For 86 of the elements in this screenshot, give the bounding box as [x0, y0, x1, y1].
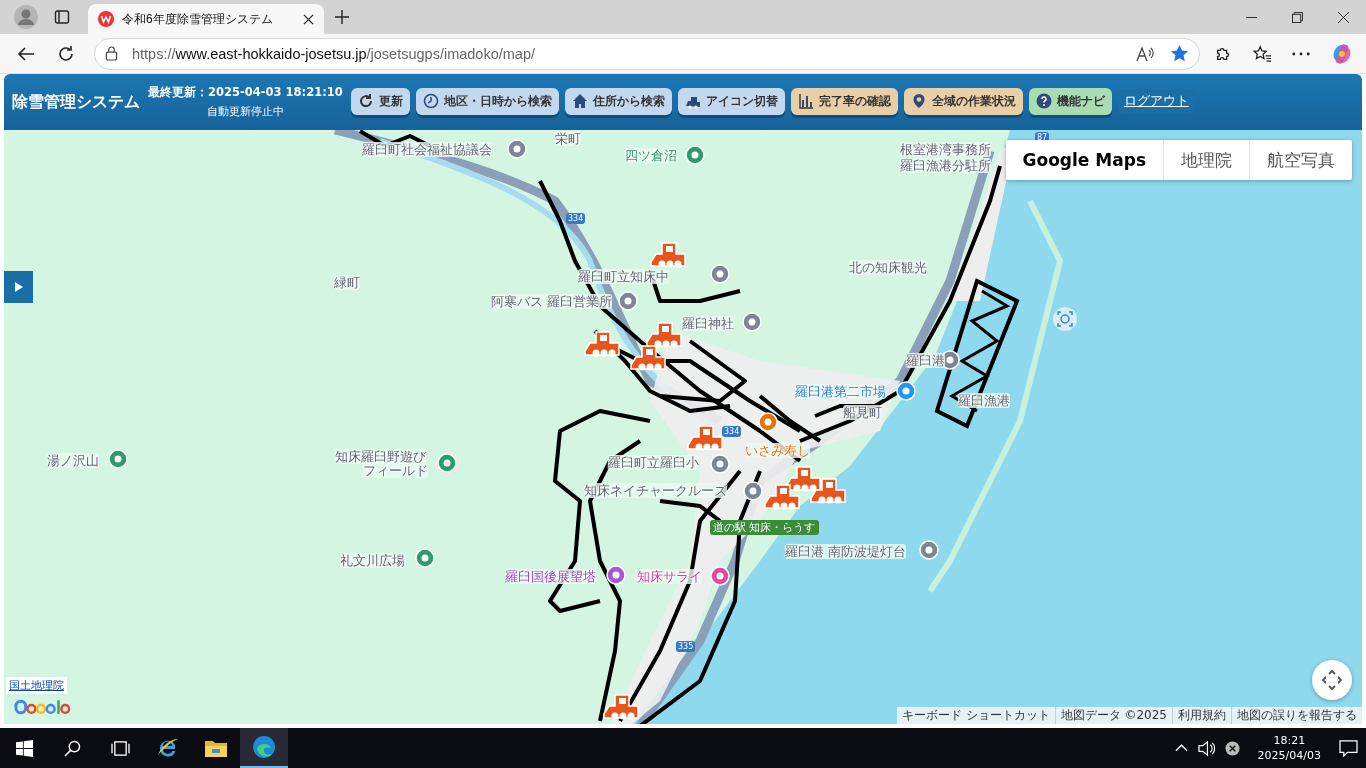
- read-aloud-icon[interactable]: [1136, 45, 1156, 62]
- map-label: 羅臼国後展望塔: [505, 569, 596, 584]
- site-logo-icon: [98, 11, 114, 27]
- map-footer-link[interactable]: 地図の誤りを報告する: [1231, 707, 1362, 724]
- map-footer-link[interactable]: 利用規約: [1172, 707, 1231, 724]
- sidebar-toggle[interactable]: [4, 271, 33, 303]
- map-footer-link[interactable]: 地図データ ©2025: [1054, 707, 1172, 724]
- toolbar-button[interactable]: 完了率の確認: [790, 87, 898, 115]
- map-label: フィールド: [363, 463, 428, 478]
- edge-browser-icon[interactable]: [252, 735, 276, 759]
- map-label: 羅臼港 南防波堤灯台: [785, 544, 907, 559]
- pan-arrows-icon: [1322, 670, 1342, 690]
- map-footer-link[interactable]: キーボード ショートカット: [896, 707, 1055, 724]
- map-label: 船見町: [843, 405, 882, 420]
- last-updated-text: 最終更新：2025-04-03 18:21:10: [148, 85, 343, 100]
- refresh-icon: [357, 93, 374, 109]
- notification-icon[interactable]: [1339, 739, 1358, 757]
- attribution-link[interactable]: 国土地理院: [6, 677, 67, 694]
- tab-title: 令和6年度除雪管理システム: [122, 10, 274, 28]
- map-label: 羅臼町社会福祉協議会: [362, 142, 492, 157]
- auto-update-status: 自動更新停止中: [206, 104, 284, 119]
- more-icon[interactable]: [1292, 51, 1310, 56]
- map-label: 湯ノ沢山: [47, 453, 99, 468]
- locate-icon[interactable]: [1052, 306, 1078, 332]
- map-label: 阿寒バス 羅臼営業所: [491, 294, 613, 309]
- toolbar-button[interactable]: 全域の作業状況: [903, 87, 1023, 115]
- tab-actions-icon[interactable]: [54, 9, 70, 25]
- map-label: 羅臼町立知床中: [578, 269, 669, 284]
- task-view-icon[interactable]: [109, 739, 131, 757]
- internet-explorer-icon[interactable]: [156, 736, 180, 760]
- map-label: 礼文川広場: [340, 553, 405, 568]
- map-label: 根室港湾事務所: [900, 142, 991, 157]
- house-icon: [571, 93, 588, 109]
- toolbar-button[interactable]: 地区・日時から検索: [415, 87, 559, 115]
- lock-icon: [105, 46, 118, 61]
- toolbar-button[interactable]: 機能ナビ: [1028, 87, 1112, 115]
- toolbar-button[interactable]: 更新: [350, 87, 410, 115]
- route-shield: 334: [722, 426, 742, 437]
- restore-icon[interactable]: [1291, 11, 1303, 23]
- expand-icon: [14, 282, 23, 292]
- close-icon[interactable]: [303, 13, 314, 25]
- map-label: 羅臼神社: [682, 316, 734, 331]
- map-label: 羅臼町立羅臼小: [608, 455, 699, 470]
- map-label: 知床羅臼野遊び: [335, 449, 426, 464]
- windows-start-icon[interactable]: [15, 739, 33, 757]
- taskbar-clock[interactable]: 18:21 2025/04/03: [1249, 733, 1329, 763]
- map-label: いさみ寿し: [745, 443, 810, 458]
- bulldozer-icon[interactable]: [630, 345, 666, 371]
- route-shield: 335: [676, 641, 696, 652]
- favorites-icon[interactable]: [1252, 44, 1272, 63]
- url-text: https://www.east-hokkaido-josetsu.jp/josetsugps/imadoko/map/: [132, 45, 536, 62]
- toolbar-button[interactable]: 住所から検索: [564, 87, 672, 115]
- avatar-icon[interactable]: [14, 5, 38, 29]
- chevron-up-icon[interactable]: [1174, 744, 1188, 752]
- back-icon[interactable]: [17, 44, 35, 63]
- new-tab-icon[interactable]: [335, 10, 349, 24]
- browser-tab[interactable]: 令和6年度除雪管理システム: [88, 4, 324, 34]
- map-label: 羅臼漁港分駐所: [900, 158, 991, 173]
- app-title: 除雪管理システム: [12, 91, 140, 113]
- pin-icon: [910, 93, 927, 109]
- bar-chart-icon: [797, 93, 814, 109]
- bulldozer-icon[interactable]: [603, 694, 639, 720]
- network-error-icon[interactable]: [1224, 740, 1240, 756]
- map-label: 羅臼港第二市場: [795, 384, 886, 399]
- star-icon[interactable]: [1170, 44, 1189, 63]
- map-type-tab[interactable]: 航空写真: [1249, 140, 1352, 180]
- folder-icon[interactable]: [204, 738, 228, 758]
- map-type-tab[interactable]: Google Maps: [1005, 140, 1163, 180]
- toolbar-button[interactable]: アイコン切替: [677, 87, 785, 115]
- map-type-tab[interactable]: 地理院: [1163, 140, 1249, 180]
- help-icon: [1035, 93, 1052, 109]
- map-pin-icon[interactable]: [606, 565, 626, 585]
- map-label: 知床サライ: [637, 569, 702, 584]
- address-bar[interactable]: https://www.east-hokkaido-josetsu.jp/josetsugps/imadoko/map/: [94, 37, 1200, 70]
- speaker-icon[interactable]: [1197, 740, 1215, 756]
- search-icon[interactable]: [63, 739, 81, 757]
- station-badge: 道の駅 知床・らうす: [710, 520, 819, 535]
- logout-link[interactable]: ログアウト: [1117, 88, 1195, 114]
- map-pin-icon[interactable]: [758, 412, 778, 432]
- route-shield: 334: [566, 213, 586, 224]
- clock-icon: [422, 93, 439, 109]
- map-label: 四ツ倉沼: [625, 148, 677, 163]
- refresh-icon[interactable]: [57, 44, 75, 63]
- map-label: 知床ネイチャークルーズ: [584, 483, 727, 498]
- close-icon[interactable]: [1337, 11, 1349, 23]
- map-label: 北の知床観光: [849, 260, 927, 275]
